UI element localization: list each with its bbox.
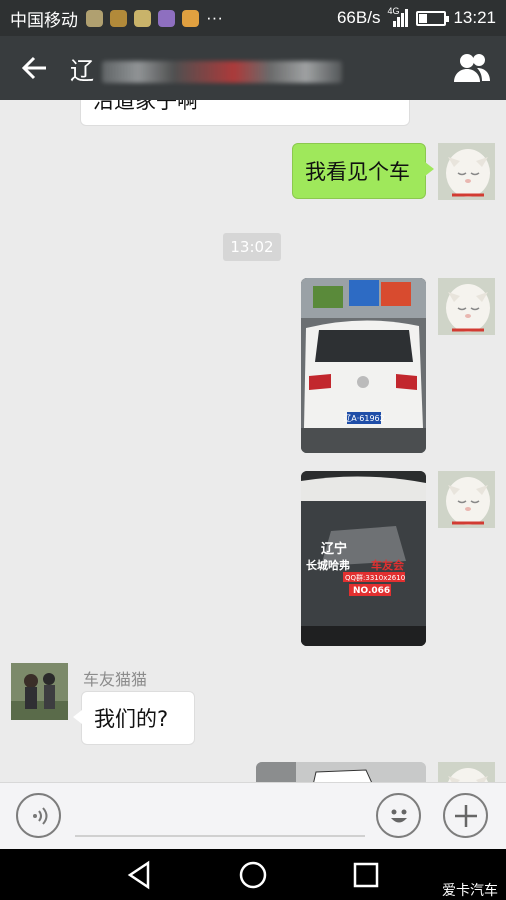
sticker-line3: 车友会	[371, 558, 405, 572]
plus-icon	[454, 804, 477, 827]
chat-title: 辽	[70, 51, 342, 86]
carrier-name: 中国移动	[10, 10, 78, 30]
person-avatar-icon	[11, 663, 68, 720]
app-notification-icon	[182, 9, 199, 27]
voice-button[interactable]	[16, 793, 61, 838]
group-members-button[interactable]	[452, 50, 492, 86]
message-text: 沿道家子啊	[93, 100, 198, 113]
sticker-line1: 辽宁	[321, 541, 347, 557]
sent-image-message[interactable]	[256, 762, 426, 782]
chat-title-bar: 辽	[0, 36, 506, 100]
network-type: 4G	[387, 6, 400, 16]
message-text: 我们的?	[94, 707, 169, 731]
emoji-icon	[390, 809, 407, 822]
more-notifications-icon: ···	[206, 8, 223, 27]
signal-icon: 4G	[387, 6, 409, 27]
group-icon	[454, 54, 490, 82]
arrow-left-icon	[22, 56, 46, 80]
app-notification-icon	[86, 9, 103, 27]
nav-back-icon[interactable]	[124, 859, 156, 891]
message-list[interactable]: 沿道家子啊 我看见个车 13:02 辽A·61962 辽宁 长城哈弗 车友会 Q…	[0, 100, 506, 782]
message-notification-icon	[134, 9, 151, 27]
blurred-title	[102, 61, 342, 84]
back-button[interactable]	[0, 36, 70, 100]
sticker-line2: 长城哈弗	[306, 558, 350, 572]
sticker-number: NO.066	[353, 586, 390, 596]
status-bar: 中国移动 ··· 66B/s 4G 13:21	[0, 0, 506, 36]
received-message-bubble[interactable]: 我们的?	[73, 691, 195, 745]
gallery-notification-icon	[158, 9, 175, 27]
my-avatar[interactable]	[438, 143, 495, 200]
sender-name: 车友猫猫	[83, 670, 148, 689]
more-button[interactable]	[443, 793, 488, 838]
timestamp-chip: 13:02	[223, 233, 281, 261]
chat-title-text: 辽	[70, 57, 96, 85]
app-notification-icon	[110, 9, 127, 27]
voice-icon	[32, 806, 47, 825]
network-speed: 66B/s	[336, 8, 381, 27]
nav-recent-icon[interactable]	[350, 859, 382, 891]
sent-image-message[interactable]: 辽宁 长城哈弗 车友会 QQ群:3310x2610 NO.066	[301, 471, 426, 646]
message-input-bar	[0, 782, 506, 849]
text-input[interactable]	[75, 835, 365, 837]
my-avatar[interactable]	[438, 471, 495, 528]
nav-home-icon[interactable]	[237, 859, 269, 891]
emoji-button[interactable]	[376, 793, 421, 838]
cat-avatar-icon	[438, 278, 495, 335]
received-message-bubble[interactable]: 沿道家子啊	[80, 100, 410, 126]
sticker-photo-partial	[256, 762, 426, 782]
car-photo: 辽A·61962	[301, 278, 426, 453]
sent-image-message[interactable]: 辽A·61962	[301, 278, 426, 453]
cat-avatar-icon	[438, 762, 495, 782]
battery-icon	[416, 10, 450, 26]
system-navigation-bar	[0, 849, 506, 900]
sticker-photo: 辽宁 长城哈弗 车友会 QQ群:3310x2610 NO.066	[301, 471, 426, 646]
my-avatar[interactable]	[438, 278, 495, 335]
cat-avatar-icon	[438, 471, 495, 528]
clock: 13:21	[453, 8, 496, 27]
license-plate: 辽A·61962	[343, 414, 384, 423]
sticker-phone: QQ群:3310x2610	[345, 573, 405, 582]
sender-avatar[interactable]	[11, 663, 68, 720]
my-avatar[interactable]	[438, 762, 495, 782]
sent-message-bubble[interactable]: 我看见个车	[292, 143, 434, 199]
watermark: 爱卡汽车	[442, 882, 498, 898]
message-text: 我看见个车	[305, 160, 410, 184]
cat-avatar-icon	[438, 143, 495, 200]
